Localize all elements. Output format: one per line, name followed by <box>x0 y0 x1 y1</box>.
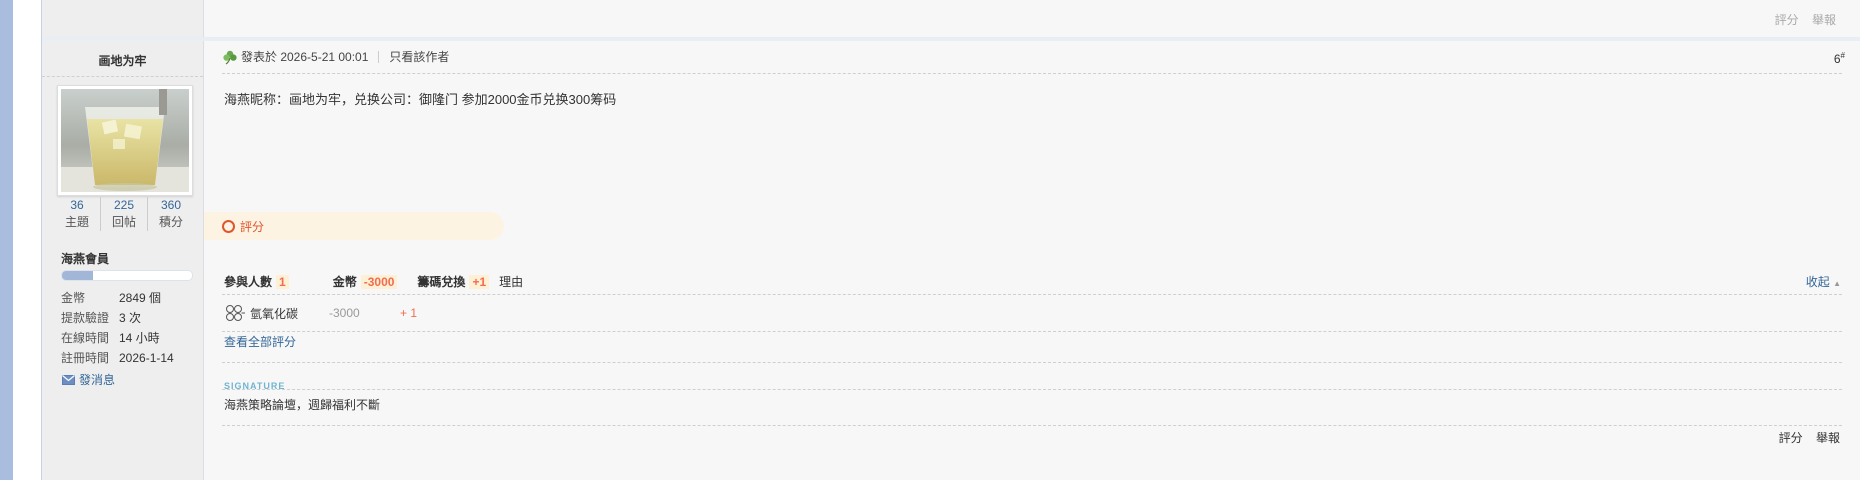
info-key: 在線時間 <box>61 331 110 345</box>
post-meta: 發表於 2026-5-21 00:01 只看該作者 <box>222 48 449 65</box>
rater-chips: + 1 <box>400 306 418 320</box>
rating-tab-label: 評分 <box>240 219 265 234</box>
level-progress-bar <box>61 270 193 281</box>
author-stats: 36 主題 225 回帖 360 積分 <box>54 197 194 231</box>
previous-post-actions: 評分 舉報 <box>1765 11 1836 28</box>
author-info: 金幣 2849 個 提款驗證 3 次 在線時間 14 小時 註冊時間 2026-… <box>61 288 174 368</box>
info-key: 提款驗證 <box>61 311 110 325</box>
stat-number: 36 <box>70 198 84 212</box>
info-row-registered: 註冊時間 2026-1-14 <box>61 348 174 368</box>
chips-total: +1 <box>469 274 490 289</box>
divider <box>222 425 1842 426</box>
info-row-withdraw: 提款驗證 3 次 <box>61 308 174 328</box>
previous-report-link[interactable]: 舉報 <box>1812 13 1836 27</box>
divider <box>222 389 1842 390</box>
floor-value: 6 <box>1833 52 1841 66</box>
rater-name[interactable]: 氫氧化碳 <box>250 305 298 322</box>
user-group[interactable]: 海燕會員 <box>61 250 109 267</box>
previous-post-sidebar <box>42 0 204 37</box>
divider <box>222 362 1842 363</box>
gold-total: -3000 <box>360 274 398 289</box>
molecule-icon[interactable] <box>224 304 246 322</box>
send-message-link[interactable]: 發消息 <box>62 371 115 388</box>
envelope-icon <box>62 374 75 385</box>
info-row-gold: 金幣 2849 個 <box>61 288 174 308</box>
post-body: 發表於 2026-5-21 00:01 只看該作者 6# 海燕昵称：画地为牢，兑… <box>204 41 1860 480</box>
only-author-link[interactable]: 只看該作者 <box>389 48 449 65</box>
clover-icon <box>223 50 237 64</box>
participants-label: 參與人數 <box>224 275 273 289</box>
stat-label: 主題 <box>64 215 89 229</box>
participants-count: 1 <box>276 274 289 289</box>
divider <box>222 331 1842 332</box>
caret-up-icon: ▲ <box>1833 279 1841 288</box>
stat-threads[interactable]: 36 主題 <box>54 197 101 231</box>
stat-label: 積分 <box>158 215 183 229</box>
rater-gold: -3000 <box>329 306 360 320</box>
gold-label: 金幣 <box>332 275 357 289</box>
info-value: 2849 個 <box>119 291 162 305</box>
author-sidebar: 画地为牢 36 主題 225 回帖 360 積分 海燕會員 金幣 2849 個 … <box>42 41 204 480</box>
divider <box>222 294 1842 295</box>
info-key: 金幣 <box>61 291 86 305</box>
stat-replies[interactable]: 225 回帖 <box>101 197 148 231</box>
reason-label: 理由 <box>499 275 524 289</box>
info-value: 14 小時 <box>119 331 160 345</box>
post-actions: 評分 舉報 <box>1769 429 1840 446</box>
report-link[interactable]: 舉報 <box>1816 431 1840 445</box>
divider <box>222 73 1842 74</box>
collapse-link[interactable]: 收起 ▲ <box>1806 273 1841 290</box>
info-value: 3 次 <box>119 311 142 325</box>
rating-header: 參與人數 1 金幣 -3000 籌碼兌換 +1 理由 <box>224 273 523 290</box>
thread-container: 評分 舉報 画地为牢 36 主題 225 回帖 360 積分 海燕會員 金幣 2… <box>41 0 1860 480</box>
circle-icon <box>222 219 235 233</box>
collapse-label: 收起 <box>1805 275 1830 289</box>
post-content: 海燕昵称：画地为牢，兑换公司：御隆门 参加2000金币兑换300筹码 <box>224 92 617 107</box>
floor-sup: # <box>1840 51 1845 60</box>
signature-text: 海燕策略論壇，週歸福利不斷 <box>224 398 381 412</box>
rating-tab[interactable]: 評分 <box>204 212 504 240</box>
rating-row: 氫氧化碳 -3000 + 1 <box>224 304 417 322</box>
meta-divider <box>378 50 380 63</box>
left-edge-bar <box>0 0 13 480</box>
stat-number: 360 <box>160 198 182 212</box>
page-gap <box>13 0 41 480</box>
stat-label: 回帖 <box>111 215 136 229</box>
post-timestamp: 發表於 2026-5-21 00:01 <box>241 50 369 64</box>
avatar[interactable] <box>57 85 193 196</box>
previous-rate-link[interactable]: 評分 <box>1775 13 1799 27</box>
chips-label: 籌碼兌換 <box>417 275 466 289</box>
level-progress-fill <box>62 271 94 280</box>
author-name[interactable]: 画地为牢 <box>42 41 203 77</box>
stat-points[interactable]: 360 積分 <box>148 197 194 231</box>
info-row-online: 在線時間 14 小時 <box>61 328 174 348</box>
info-key: 註冊時間 <box>61 351 110 365</box>
info-value: 2026-1-14 <box>119 351 174 365</box>
stat-number: 225 <box>113 198 135 212</box>
send-message-label: 發消息 <box>79 373 116 387</box>
rate-link[interactable]: 評分 <box>1779 431 1803 445</box>
floor-number[interactable]: 6# <box>1834 51 1845 66</box>
view-all-ratings-link[interactable]: 查看全部評分 <box>224 333 296 350</box>
